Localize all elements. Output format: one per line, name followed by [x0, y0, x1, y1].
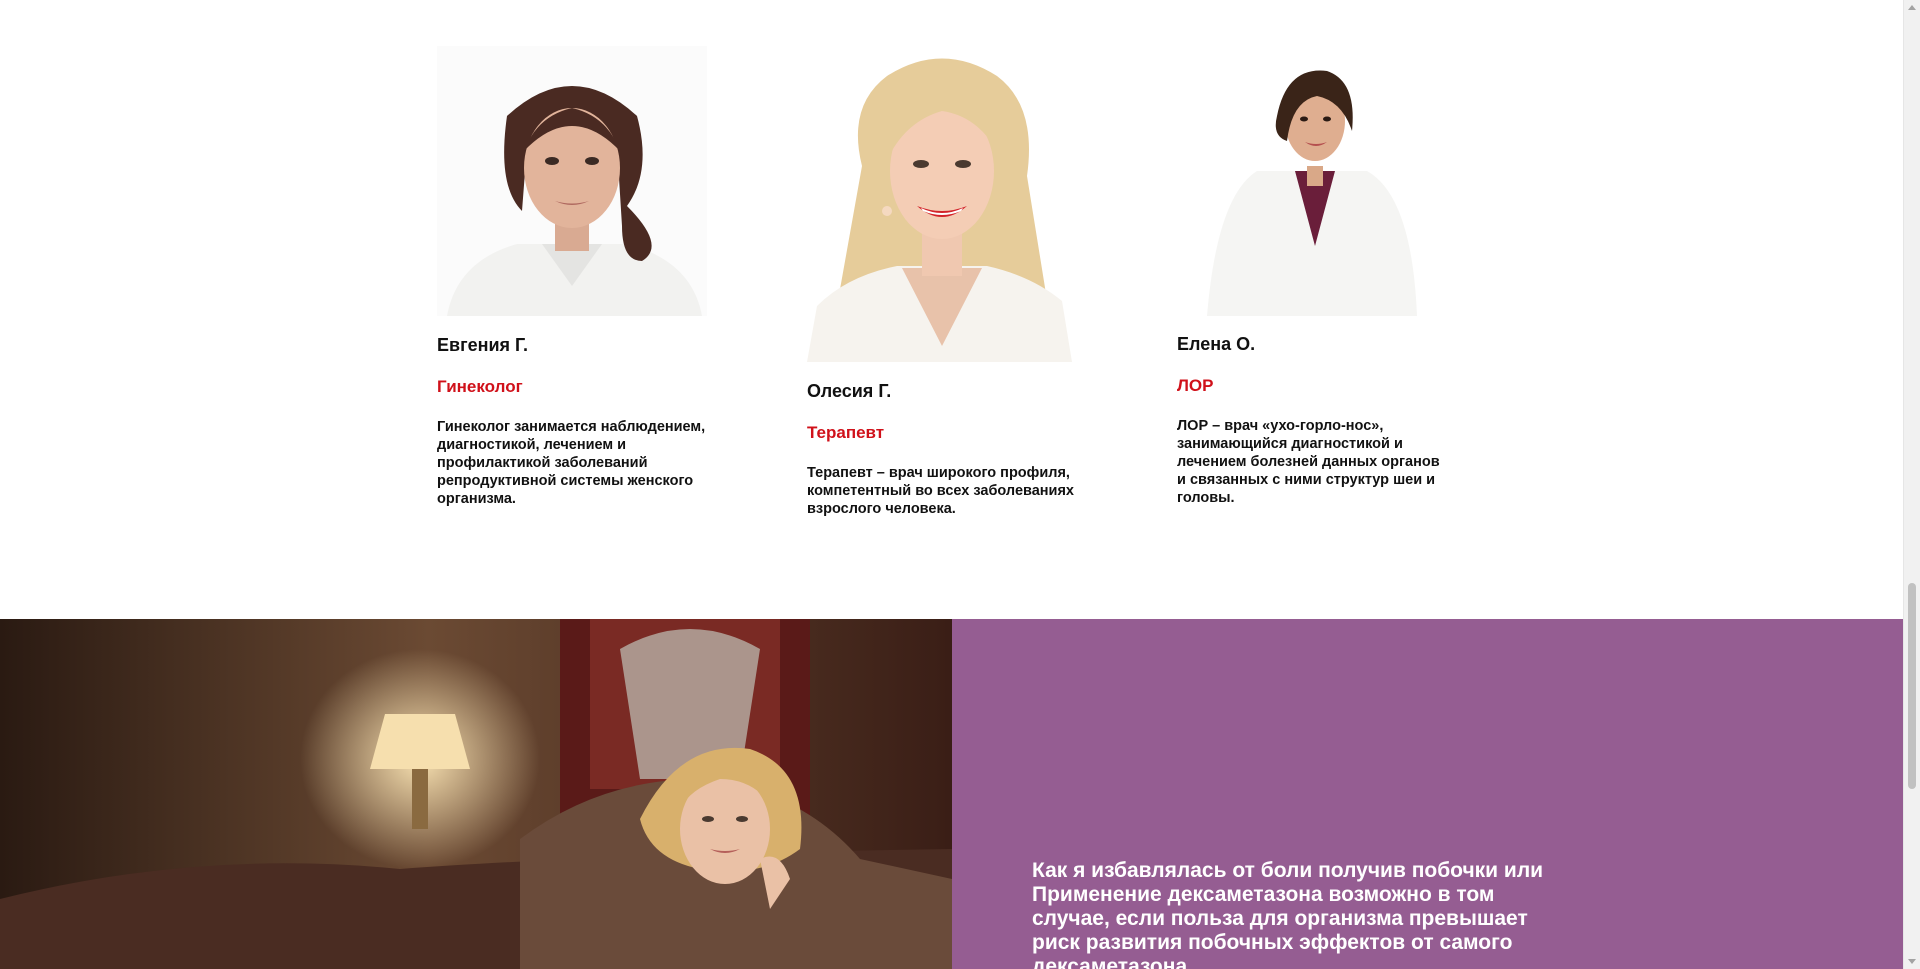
doctor-description: ЛОР – врач «ухо-горло-нос», занимающийся…: [1177, 418, 1440, 506]
ent-doctor-portrait-image: [1177, 46, 1447, 316]
scroll-down-arrow-icon[interactable]: [1908, 959, 1916, 964]
page: Евгения Г. Гинеколог Гинеколог занимаетс…: [0, 0, 1920, 969]
scroll-up-arrow-icon[interactable]: [1908, 5, 1916, 10]
doctor-description: Гинеколог занимается наблюдением, диагно…: [437, 419, 706, 507]
doctor-specialty: ЛОР: [1177, 376, 1214, 395]
doctor-photo: [437, 46, 707, 316]
doctor-name: Елена О.: [1177, 334, 1256, 354]
doctor-description: Терапевт – врач широкого профиля, компет…: [807, 465, 1074, 517]
scrollbar-thumb[interactable]: [1908, 583, 1916, 789]
woman-on-sofa-image: [0, 619, 952, 969]
doctor-name: Евгения Г.: [437, 335, 528, 355]
doctor-specialty: Гинеколог: [437, 377, 523, 396]
banner-text-panel: Как я избавлялась от боли получив побочк…: [952, 619, 1903, 969]
doctor-specialty: Терапевт: [807, 423, 885, 442]
therapist-portrait-image: [807, 46, 1077, 362]
story-banner: Как я избавлялась от боли получив побочк…: [0, 619, 1903, 969]
doctors-section: Евгения Г. Гинеколог Гинеколог занимаетс…: [0, 0, 1903, 969]
doctor-photo: [1177, 46, 1447, 316]
doctor-name: Олесия Г.: [807, 381, 892, 401]
doctor-photo: [807, 46, 1077, 362]
gynecologist-portrait-image: [437, 46, 707, 316]
vertical-scrollbar[interactable]: [1903, 0, 1920, 969]
banner-heading: Как я избавлялась от боли получив побочк…: [1032, 859, 1544, 969]
banner-photo: [0, 619, 952, 969]
